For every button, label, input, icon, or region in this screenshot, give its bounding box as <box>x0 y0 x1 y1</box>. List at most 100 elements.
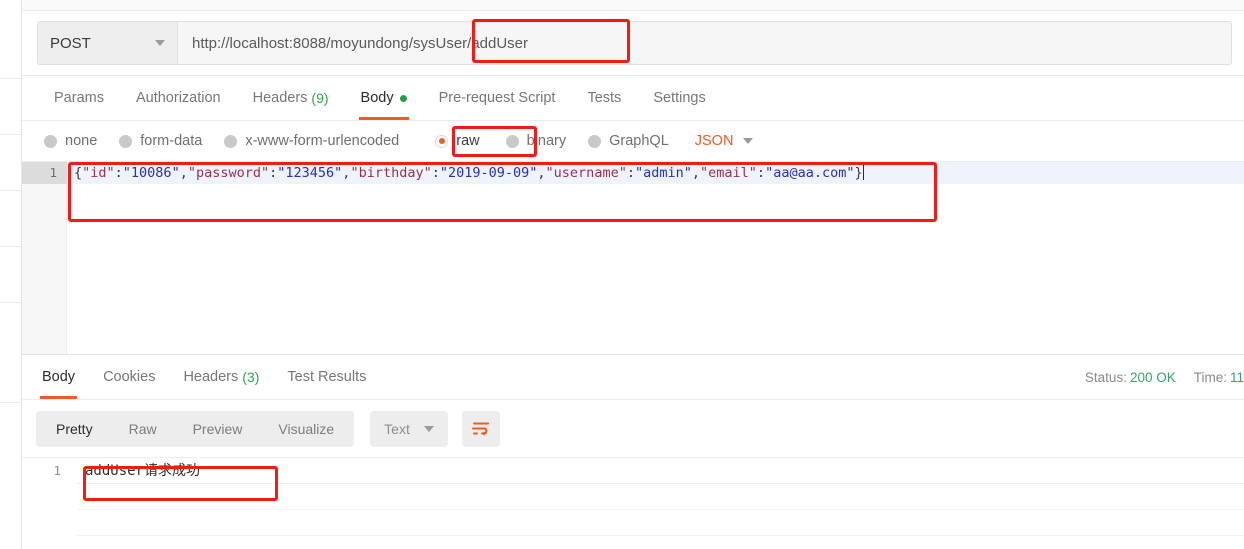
response-code-area[interactable]: addUser请求成功 <box>77 458 1244 549</box>
body-type-binary[interactable]: binary <box>505 133 567 149</box>
url-text: http://localhost:8088/moyundong/sysUser/… <box>192 34 529 52</box>
editor-code-area[interactable]: {"id":"10086","password":"123456","birth… <box>68 162 1244 355</box>
json-token: "username" <box>545 165 627 181</box>
radio-icon <box>119 134 133 148</box>
chevron-down-icon <box>423 425 434 432</box>
tab-label: Params <box>54 90 104 106</box>
view-mode-visualize[interactable]: Visualize <box>260 413 352 445</box>
body-type-graphql[interactable]: GraphQL <box>588 133 669 149</box>
response-body-viewer[interactable]: 1 addUser请求成功 <box>22 457 1244 549</box>
radio-icon-selected <box>435 134 449 148</box>
time-value: 11 <box>1229 370 1244 385</box>
json-token: "id" <box>82 165 115 181</box>
response-tab-body[interactable]: Body <box>28 355 89 399</box>
wrap-lines-icon <box>471 422 489 436</box>
view-mode-pretty[interactable]: Pretty <box>38 413 111 445</box>
response-format-label: Text <box>384 420 410 437</box>
tab-label: Body <box>360 90 394 106</box>
json-token: : <box>756 165 766 181</box>
line-number: 1 <box>22 162 67 184</box>
raw-format-select[interactable]: JSON <box>695 133 754 149</box>
response-blank-line <box>77 484 1244 510</box>
view-mode-preview[interactable]: Preview <box>175 413 261 445</box>
json-token: : <box>114 165 123 181</box>
tab-settings[interactable]: Settings <box>637 76 721 120</box>
body-type-form-data[interactable]: form-data <box>119 133 202 149</box>
tab-count: (3) <box>242 369 260 385</box>
text-cursor <box>862 165 864 180</box>
sidebar-row[interactable] <box>0 0 21 79</box>
tab-label: Body <box>42 369 76 385</box>
json-token: "aa@aa.com" <box>765 165 855 181</box>
radio-label: GraphQL <box>609 133 669 149</box>
window-top-edge <box>22 0 1244 11</box>
radio-icon <box>588 134 602 148</box>
time-label: Time: <box>1193 370 1227 385</box>
tab-label: Pre-request Script <box>438 90 556 106</box>
json-token: "password" <box>187 165 270 181</box>
status-value: 200 OK <box>1129 370 1176 385</box>
radio-label: binary <box>526 133 567 149</box>
url-bar: POST http://localhost:8088/moyundong/sys… <box>22 11 1244 76</box>
sidebar-row[interactable] <box>0 79 21 135</box>
radio-label: raw <box>456 133 480 149</box>
chevron-down-icon <box>155 40 165 46</box>
tab-pre-request-script[interactable]: Pre-request Script <box>423 76 572 120</box>
body-type-x-www-form-urlencoded[interactable]: x-www-form-urlencoded <box>224 133 399 149</box>
sidebar-strip <box>0 0 22 549</box>
json-token: , <box>691 165 701 181</box>
tab-tests[interactable]: Tests <box>571 76 637 120</box>
wrap-lines-button[interactable] <box>461 410 500 447</box>
json-token: "123456" <box>277 165 343 181</box>
json-token: "2019-09-09" <box>439 165 538 181</box>
json-token: : <box>431 165 440 181</box>
response-format-select[interactable]: Text <box>370 410 448 447</box>
sidebar-row[interactable] <box>0 303 21 403</box>
response-body-text: addUser请求成功 <box>77 458 1244 484</box>
view-mode-raw[interactable]: Raw <box>111 413 175 445</box>
http-method-select[interactable]: POST <box>37 21 177 65</box>
sidebar-row[interactable] <box>0 135 21 191</box>
chevron-down-icon <box>743 138 754 144</box>
response-tab-cookies[interactable]: Cookies <box>89 355 169 399</box>
response-tab-headers[interactable]: Headers (3) <box>169 355 273 399</box>
time-badge: Time: 11 <box>1194 370 1244 385</box>
tab-label: Headers <box>183 369 239 385</box>
tab-label: Authorization <box>135 90 221 106</box>
radio-icon <box>505 134 519 148</box>
response-tab-test-results[interactable]: Test Results <box>273 355 380 399</box>
raw-format-label: JSON <box>694 133 734 149</box>
line-number: 1 <box>53 463 61 478</box>
url-input[interactable]: http://localhost:8088/moyundong/sysUser/… <box>177 21 1232 65</box>
sidebar-row[interactable] <box>0 191 21 247</box>
json-token: "birthday" <box>350 165 432 181</box>
tab-label: Headers <box>252 90 308 106</box>
body-type-row: none form-data x-www-form-urlencoded raw… <box>22 121 1244 161</box>
postman-window: POST http://localhost:8088/moyundong/sys… <box>0 0 1244 549</box>
tab-params[interactable]: Params <box>38 76 120 120</box>
radio-icon <box>224 134 238 148</box>
request-body-editor[interactable]: 1 {"id":"10086","password":"123456","bir… <box>22 161 1244 355</box>
editor-gutter: 1 <box>22 162 67 355</box>
tab-headers[interactable]: Headers (9) <box>237 76 345 120</box>
sidebar-row[interactable] <box>0 247 21 303</box>
code-line[interactable]: {"id":"10086","password":"123456","birth… <box>68 162 1244 184</box>
http-method-label: POST <box>50 34 91 52</box>
body-type-raw[interactable]: raw <box>435 133 480 149</box>
json-token: } <box>854 165 863 181</box>
tab-authorization[interactable]: Authorization <box>120 76 237 120</box>
response-meta: Status: 200 OK Time: 11 <box>1067 355 1244 400</box>
request-response-column: POST http://localhost:8088/moyundong/sys… <box>22 0 1244 549</box>
response-view-mode-group: Pretty Raw Preview Visualize <box>36 410 355 447</box>
response-gutter: 1 <box>22 458 77 549</box>
tab-body[interactable]: Body <box>345 76 423 120</box>
json-token: , <box>537 165 546 181</box>
tab-label: Tests <box>587 90 622 106</box>
radio-label: form-data <box>140 133 203 149</box>
json-token: : <box>626 165 635 181</box>
radio-label: none <box>65 133 98 149</box>
status-label: Status: <box>1084 370 1127 385</box>
response-tabs: Body Cookies Headers (3) Test Results St… <box>22 355 1244 400</box>
body-type-none[interactable]: none <box>44 133 97 149</box>
status-badge: Status: 200 OK <box>1085 370 1176 385</box>
